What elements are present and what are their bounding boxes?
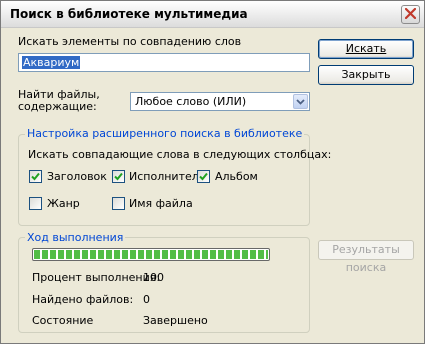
- match-mode-value: Любое слово (ИЛИ): [135, 95, 247, 108]
- search-dialog: Поиск в библиотеке мультимедиа Искать эл…: [0, 0, 425, 344]
- search-input-value: Аквариум: [22, 56, 81, 69]
- title-checkbox-label: Заголовок: [47, 170, 107, 183]
- advanced-search-legend: Настройка расширенного поиска в библиоте…: [25, 127, 305, 140]
- close-button-label: Закрыть: [341, 68, 391, 81]
- status-label: Состояние: [32, 314, 94, 327]
- album-checkbox[interactable]: [197, 170, 210, 183]
- percent-value: 100: [143, 271, 164, 284]
- filename-checkbox-label: Имя файла: [129, 197, 193, 210]
- artist-checkbox[interactable]: [112, 170, 125, 183]
- search-input[interactable]: Аквариум: [18, 53, 310, 72]
- close-button[interactable]: Закрыть: [318, 65, 414, 85]
- match-mode-select[interactable]: Любое слово (ИЛИ): [130, 92, 310, 111]
- window-title: Поиск в библиотеке мультимедиа: [10, 7, 248, 21]
- title-bar: Поиск в библиотеке мультимедиа: [1, 1, 424, 28]
- found-files-value: 0: [143, 293, 150, 306]
- find-files-label-line2: содержащие:: [18, 100, 97, 113]
- genre-checkbox-label: Жанр: [47, 197, 80, 210]
- progress-bar: [32, 248, 270, 261]
- chevron-down-icon[interactable]: [293, 94, 308, 109]
- close-window-button[interactable]: [401, 5, 420, 24]
- search-results-button-label: Результаты поиска: [332, 243, 400, 274]
- filename-checkbox[interactable]: [112, 197, 125, 210]
- search-label: Искать элементы по совпадению слов: [18, 35, 242, 48]
- columns-instruction: Искать совпадающие слова в следующих сто…: [28, 148, 332, 161]
- percent-label: Процент выполнения:: [32, 271, 161, 284]
- checkmark-icon: [199, 172, 208, 181]
- search-button-label: Искать: [345, 42, 387, 55]
- progress-legend: Ход выполнения: [25, 231, 126, 244]
- genre-checkbox[interactable]: [29, 197, 42, 210]
- found-files-label: Найдено файлов:: [32, 293, 134, 306]
- album-checkbox-label: Альбом: [215, 170, 258, 183]
- close-icon: [404, 7, 417, 22]
- artist-checkbox-label: Исполнитель: [129, 170, 206, 183]
- title-checkbox[interactable]: [29, 170, 42, 183]
- search-button[interactable]: Искать: [318, 39, 414, 59]
- checkmark-icon: [31, 172, 40, 181]
- checkmark-icon: [114, 172, 123, 181]
- progress-bar-fill: [34, 250, 268, 259]
- status-value: Завершено: [143, 314, 208, 327]
- search-results-button[interactable]: Результаты поиска: [318, 240, 414, 274]
